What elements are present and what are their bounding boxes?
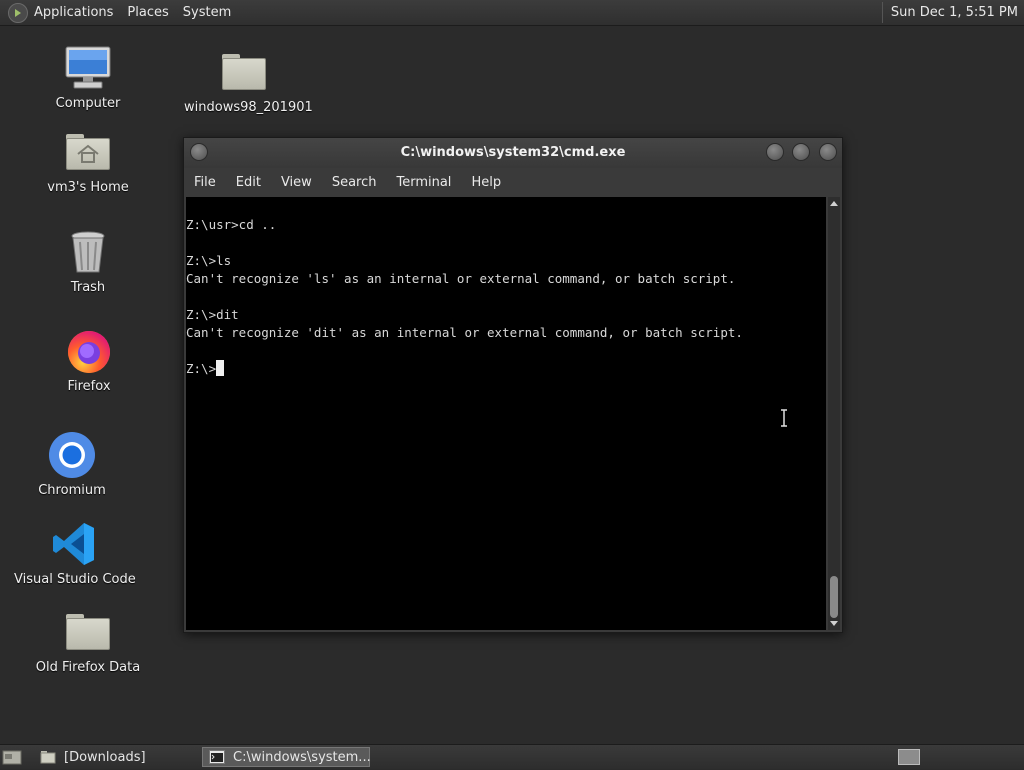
terminal-icon	[209, 750, 225, 764]
menu-help[interactable]: Help	[471, 175, 501, 190]
menu-file[interactable]: File	[194, 175, 216, 190]
desktop-icon-label: Trash	[70, 280, 106, 295]
show-desktop-icon[interactable]	[2, 748, 22, 766]
window-title: C:\windows\system32\cmd.exe	[400, 145, 626, 160]
terminal-area[interactable]: Z:\usr>cd .. Z:\>ls Can't recognize 'ls'…	[186, 197, 826, 630]
scrollbar-thumb[interactable]	[830, 576, 838, 618]
menu-terminal[interactable]: Terminal	[396, 175, 451, 190]
maximize-button[interactable]	[792, 143, 810, 161]
terminal-scrollbar[interactable]	[828, 197, 840, 630]
desktop-icon-windows98[interactable]: windows98_201901	[184, 48, 313, 115]
top-panel: Applications Places System Sun Dec 1, 5:…	[0, 0, 1024, 26]
desktop-icon-label: Chromium	[38, 483, 106, 498]
taskbar-item-label: [Downloads]	[64, 749, 146, 765]
scroll-down-arrow-icon[interactable]	[830, 621, 838, 626]
panel-separator	[881, 2, 883, 23]
chromium-icon	[48, 431, 96, 479]
menu-places[interactable]: Places	[127, 5, 168, 20]
desktop-icon-computer[interactable]: Computer	[28, 44, 148, 111]
workspace-switcher[interactable]	[898, 749, 920, 765]
clock-area: Sun Dec 1, 5:51 PM	[881, 0, 1024, 25]
top-panel-menus: Applications Places System	[8, 0, 245, 25]
window-menubar: File Edit View Search Terminal Help	[184, 168, 842, 196]
taskbar-item-label: C:\windows\system...	[233, 749, 371, 765]
desktop-icon-firefox[interactable]: Firefox	[29, 327, 149, 394]
desktop-icon-label: vm3's Home	[47, 180, 129, 195]
menu-applications[interactable]: Applications	[34, 5, 113, 20]
desktop-icon-label: Old Firefox Data	[35, 660, 141, 675]
terminal-line: Can't recognize 'dit' as an internal or …	[186, 325, 743, 340]
clock[interactable]: Sun Dec 1, 5:51 PM	[891, 5, 1024, 20]
folder-icon	[40, 750, 56, 764]
text-cursor-icon	[781, 409, 787, 427]
terminal-prompt-line: Z:\>	[186, 360, 225, 378]
cmd-window: C:\windows\system32\cmd.exe File Edit Vi…	[183, 137, 843, 633]
close-button[interactable]	[819, 143, 837, 161]
vscode-icon	[50, 520, 98, 568]
desktop-icon-label: windows98_201901	[184, 100, 313, 115]
menu-system[interactable]: System	[183, 5, 231, 20]
taskbar-item-cmd[interactable]: C:\windows\system...	[202, 747, 371, 767]
minimize-button[interactable]	[766, 143, 784, 161]
window-titlebar[interactable]: C:\windows\system32\cmd.exe	[184, 138, 842, 168]
terminal-cursor	[216, 360, 225, 376]
desktop-icon-old-firefox-data[interactable]: Old Firefox Data	[28, 608, 148, 675]
bottom-panel: [Downloads] C:\windows\system...	[0, 744, 1024, 769]
desktop-icon-label: Firefox	[67, 379, 111, 394]
desktop-icon-trash[interactable]: Trash	[28, 228, 148, 295]
firefox-icon	[65, 327, 113, 375]
desktop-icon-label: Computer	[55, 96, 121, 111]
terminal-line: Z:\>ls	[186, 253, 232, 268]
folder-icon	[220, 48, 268, 96]
trash-icon	[64, 228, 112, 276]
taskbar-item-downloads[interactable]: [Downloads]	[34, 747, 200, 767]
computer-icon	[64, 44, 112, 92]
desktop-icon-chromium[interactable]: Chromium	[12, 431, 132, 498]
menu-edit[interactable]: Edit	[236, 175, 261, 190]
folder-icon	[64, 608, 112, 656]
menu-search[interactable]: Search	[332, 175, 377, 190]
scroll-up-arrow-icon[interactable]	[830, 201, 838, 206]
terminal-line: Can't recognize 'ls' as an internal or e…	[186, 271, 736, 286]
desktop-icon-vscode[interactable]: Visual Studio Code	[14, 520, 136, 587]
home-folder-icon	[64, 128, 112, 176]
terminal-line: Z:\usr>cd ..	[186, 217, 277, 232]
menu-view[interactable]: View	[281, 175, 312, 190]
desktop-icon-home[interactable]: vm3's Home	[28, 128, 148, 195]
terminal-line: Z:\>dit	[186, 307, 239, 322]
applications-icon[interactable]	[8, 2, 28, 23]
terminal-prompt: Z:\>	[186, 361, 217, 376]
desktop-icon-label: Visual Studio Code	[14, 572, 136, 587]
